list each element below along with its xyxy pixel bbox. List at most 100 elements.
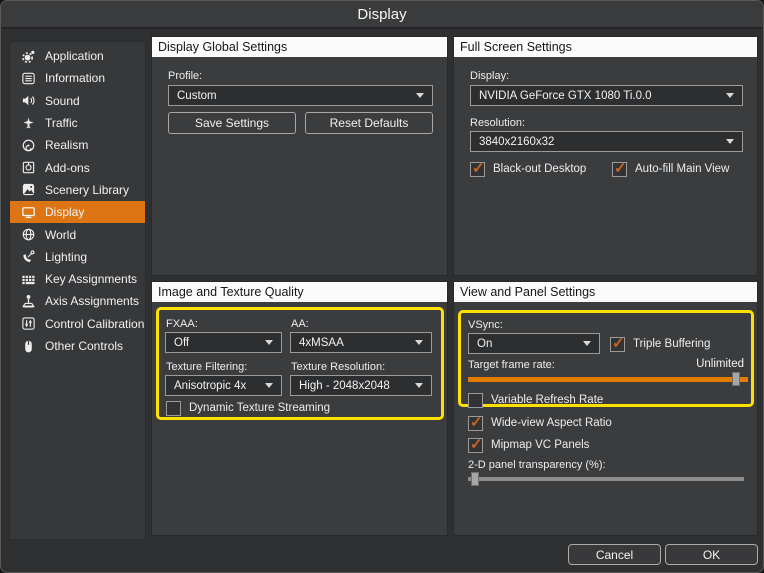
- triple-buffering-checkbox[interactable]: Triple Buffering: [610, 336, 710, 352]
- chevron-down-icon: [583, 341, 591, 346]
- slider-thumb[interactable]: [732, 372, 740, 386]
- texture-filtering-value: Anisotropic 4x: [174, 380, 259, 392]
- autofill-main-view-checkbox[interactable]: Auto-fill Main View: [612, 161, 729, 177]
- texture-resolution-value: High - 2048x2048: [299, 380, 409, 392]
- calibration-icon: [20, 316, 36, 332]
- panel-title: Image and Texture Quality: [152, 282, 447, 302]
- page-title: Display: [357, 6, 406, 23]
- blackout-desktop-checkbox[interactable]: Black-out Desktop: [470, 161, 586, 177]
- checkbox-box[interactable]: [470, 162, 485, 177]
- target-frame-rate-slider[interactable]: [468, 372, 748, 386]
- reset-defaults-label: Reset Defaults: [330, 116, 409, 130]
- checkbox-box[interactable]: [612, 162, 627, 177]
- list-icon: [20, 70, 36, 86]
- title-bar: Display: [1, 1, 763, 29]
- display-settings-window: Display Application Information Sound T: [0, 0, 764, 573]
- resolution-dropdown[interactable]: 3840x2160x32: [470, 131, 743, 152]
- sidebar-item-application[interactable]: Application: [10, 45, 145, 67]
- sidebar-item-label: Traffic: [45, 116, 78, 130]
- aa-dropdown[interactable]: 4xMSAA: [290, 332, 432, 353]
- profile-dropdown-value: Custom: [177, 90, 410, 102]
- dynamic-texture-streaming-checkbox[interactable]: Dynamic Texture Streaming: [166, 400, 330, 416]
- display-adapter-dropdown[interactable]: NVIDIA GeForce GTX 1080 Ti.0.0: [470, 85, 743, 106]
- slider-thumb[interactable]: [471, 472, 479, 486]
- sidebar-item-key-assignments[interactable]: Key Assignments: [10, 268, 145, 290]
- wide-view-aspect-ratio-label: Wide-view Aspect Ratio: [491, 417, 612, 429]
- sidebar-item-label: Other Controls: [45, 339, 123, 353]
- sidebar-item-label: Display: [45, 205, 84, 219]
- panel-transparency-slider[interactable]: [468, 472, 744, 486]
- fxaa-dropdown[interactable]: Off: [165, 332, 282, 353]
- checkbox-box[interactable]: [166, 401, 181, 416]
- checkbox-box[interactable]: [468, 416, 483, 431]
- addon-box-icon: [20, 160, 36, 176]
- sidebar-item-display[interactable]: Display: [10, 201, 145, 223]
- image-texture-quality-panel: Image and Texture Quality FXAA: AA: Off …: [151, 281, 448, 536]
- sidebar-item-label: Realism: [45, 138, 88, 152]
- view-panel-settings-panel: View and Panel Settings VSync: On Triple…: [453, 281, 758, 536]
- speaker-icon: [20, 93, 36, 109]
- sidebar-item-addons[interactable]: Add-ons: [10, 156, 145, 178]
- save-settings-label: Save Settings: [195, 116, 269, 130]
- sidebar-item-world[interactable]: World: [10, 223, 145, 245]
- ok-button-label: OK: [703, 548, 720, 562]
- mipmap-vc-panels-checkbox[interactable]: Mipmap VC Panels: [468, 437, 589, 453]
- slider-track[interactable]: [468, 377, 748, 382]
- panel-title: View and Panel Settings: [454, 282, 757, 302]
- checkbox-box[interactable]: [610, 337, 625, 352]
- sidebar-item-label: Axis Assignments: [45, 294, 139, 308]
- checkbox-box[interactable]: [468, 393, 483, 408]
- triple-buffering-label: Triple Buffering: [633, 338, 710, 350]
- gear-icon: [20, 48, 36, 64]
- texture-filtering-dropdown[interactable]: Anisotropic 4x: [165, 375, 282, 396]
- dynamic-texture-streaming-label: Dynamic Texture Streaming: [189, 402, 330, 414]
- save-settings-button[interactable]: Save Settings: [168, 112, 296, 134]
- slider-track[interactable]: [468, 477, 744, 481]
- vsync-value: On: [477, 338, 577, 350]
- chevron-down-icon: [415, 340, 423, 345]
- vsync-label: VSync:: [468, 319, 503, 331]
- sidebar-item-label: Sound: [45, 94, 80, 108]
- sidebar-item-traffic[interactable]: Traffic: [10, 112, 145, 134]
- airplane-icon: [20, 115, 36, 131]
- wide-view-aspect-ratio-checkbox[interactable]: Wide-view Aspect Ratio: [468, 415, 612, 431]
- panel-title: Display Global Settings: [152, 37, 447, 57]
- sidebar-item-label: World: [45, 228, 76, 242]
- chevron-down-icon: [415, 383, 423, 388]
- sidebar-item-information[interactable]: Information: [10, 67, 145, 89]
- profile-label: Profile:: [168, 70, 202, 82]
- joystick-icon: [20, 293, 36, 309]
- sidebar-item-other-controls[interactable]: Other Controls: [10, 335, 145, 357]
- variable-refresh-rate-checkbox[interactable]: Variable Refresh Rate: [468, 392, 603, 408]
- resolution-value: 3840x2160x32: [479, 136, 720, 148]
- sidebar-item-lighting[interactable]: Lighting: [10, 246, 145, 268]
- target-frame-rate-label: Target frame rate:: [468, 359, 555, 371]
- cancel-button[interactable]: Cancel: [568, 544, 661, 565]
- vsync-dropdown[interactable]: On: [468, 333, 600, 354]
- chevron-down-icon: [416, 93, 424, 98]
- keyboard-icon: [20, 271, 36, 287]
- sidebar-item-label: Key Assignments: [45, 272, 137, 286]
- chevron-down-icon: [726, 139, 734, 144]
- sidebar-item-realism[interactable]: Realism: [10, 134, 145, 156]
- ok-button[interactable]: OK: [665, 544, 758, 565]
- checkbox-box[interactable]: [468, 438, 483, 453]
- sidebar-item-control-calibration[interactable]: Control Calibration: [10, 313, 145, 335]
- sidebar-item-label: Application: [45, 49, 104, 63]
- display-label: Display:: [470, 70, 509, 82]
- mipmap-vc-panels-label: Mipmap VC Panels: [491, 439, 589, 451]
- sidebar-item-scenery-library[interactable]: Scenery Library: [10, 179, 145, 201]
- chevron-down-icon: [265, 383, 273, 388]
- reset-defaults-button[interactable]: Reset Defaults: [305, 112, 433, 134]
- display-adapter-value: NVIDIA GeForce GTX 1080 Ti.0.0: [479, 90, 720, 102]
- chevron-down-icon: [265, 340, 273, 345]
- sidebar-item-axis-assignments[interactable]: Axis Assignments: [10, 290, 145, 312]
- display-global-settings-panel: Display Global Settings Profile: Custom …: [151, 36, 448, 276]
- sidebar-item-sound[interactable]: Sound: [10, 90, 145, 112]
- sidebar-item-label: Scenery Library: [45, 183, 129, 197]
- profile-dropdown[interactable]: Custom: [168, 85, 433, 106]
- scenery-image-icon: [20, 182, 36, 198]
- fxaa-label: FXAA:: [166, 318, 198, 330]
- texture-resolution-dropdown[interactable]: High - 2048x2048: [290, 375, 432, 396]
- target-frame-rate-value: Unlimited: [696, 358, 744, 370]
